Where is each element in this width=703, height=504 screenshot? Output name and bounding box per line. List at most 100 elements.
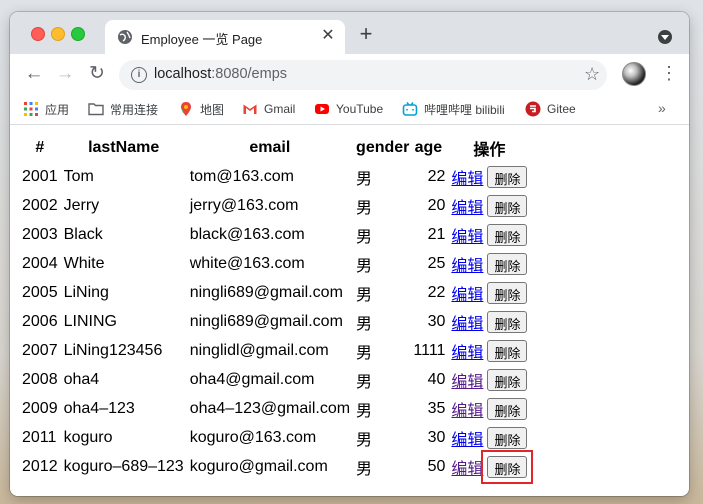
edit-link[interactable]: 编辑 (451, 345, 483, 362)
bookmark-gmail[interactable]: Gmail (242, 100, 295, 118)
header-lastname: lastName (88, 139, 160, 156)
edit-link[interactable]: 编辑 (451, 432, 483, 449)
active-tab[interactable]: Employee 一览 Page ✕ (105, 20, 345, 54)
apps-grid-icon (23, 101, 39, 117)
url-text[interactable]: localhost:8080/emps (154, 66, 287, 82)
info-icon[interactable]: i (131, 67, 147, 83)
edit-link[interactable]: 编辑 (451, 461, 483, 478)
close-tab-icon[interactable]: ✕ (319, 27, 337, 45)
cell-actions: 编辑 删除 (449, 395, 529, 422)
bookmark-youtube[interactable]: YouTube (314, 100, 383, 118)
table-row: 2001 Tom tom@163.com 男 22 编辑 删除 (20, 163, 529, 190)
globe-icon (118, 30, 132, 44)
cell-email: white@163.com (189, 254, 305, 272)
tab-search-icon[interactable] (658, 30, 672, 44)
bookmarks-bar: 应用 常用连接 地图 Gmail YouTube 哔哩哔哩 bilibili G… (10, 94, 689, 125)
delete-button[interactable]: 删除 (487, 252, 528, 275)
delete-button[interactable]: 删除 (487, 368, 528, 391)
gmail-icon (242, 101, 258, 117)
menu-kebab-icon[interactable]: ⋮ (660, 62, 678, 86)
bookmark-maps[interactable]: 地图 (178, 100, 224, 118)
edit-link[interactable]: 编辑 (451, 287, 483, 304)
more-bookmarks-icon[interactable]: » (658, 100, 666, 116)
bookmark-star-icon[interactable]: ☆ (584, 64, 600, 85)
cell-age: 50 (427, 457, 446, 475)
reload-button[interactable]: ↻ (85, 62, 109, 86)
cell-email: koguro@gmail.com (189, 457, 328, 475)
table-header-row: # lastName email gender age 操作 (20, 135, 529, 161)
edit-link[interactable]: 编辑 (451, 258, 483, 275)
delete-button[interactable]: 删除 (487, 281, 528, 304)
cell-actions: 编辑 删除 (449, 279, 529, 306)
header-id: # (35, 139, 45, 156)
minimize-window-button[interactable] (51, 27, 65, 41)
cell-lastname: oha4 (63, 370, 100, 388)
delete-button[interactable]: 删除 (487, 194, 528, 217)
delete-button[interactable]: 删除 (487, 426, 528, 449)
bilibili-icon (402, 101, 418, 117)
cell-id: 2002 (22, 196, 58, 214)
cell-gender: 男 (356, 460, 373, 478)
cell-gender: 男 (356, 315, 373, 333)
cell-gender: 男 (356, 431, 373, 449)
cell-id: 2011 (22, 428, 57, 446)
youtube-icon (314, 101, 330, 117)
bookmark-folder-common[interactable]: 常用连接 (88, 100, 158, 118)
edit-link[interactable]: 编辑 (451, 229, 483, 246)
cell-id: 2012 (22, 457, 58, 475)
edit-link[interactable]: 编辑 (451, 316, 483, 333)
delete-button[interactable]: 删除 (487, 339, 528, 362)
cell-age: 35 (427, 399, 446, 417)
cell-id: 2005 (22, 283, 58, 301)
delete-button[interactable]: 删除 (487, 223, 528, 246)
address-bar[interactable]: i localhost:8080/emps ☆ (119, 60, 607, 90)
edit-link[interactable]: 编辑 (451, 403, 483, 420)
cell-gender: 男 (356, 257, 373, 275)
table-row: 2005 LiNing ningli689@gmail.com 男 22 编辑 删除 (20, 279, 529, 306)
cell-age: 25 (427, 254, 446, 272)
cell-id: 2009 (22, 399, 58, 417)
map-pin-icon (178, 101, 194, 117)
edit-link[interactable]: 编辑 (451, 171, 483, 188)
cell-gender: 男 (356, 170, 373, 188)
tab-title: Employee 一览 Page (141, 32, 263, 47)
edit-link[interactable]: 编辑 (451, 374, 483, 391)
table-row: 2007 LiNing123456 ninglidl@gmail.com 男 1111 编… (20, 337, 529, 364)
cell-email: tom@163.com (189, 167, 294, 185)
edit-link[interactable]: 编辑 (451, 200, 483, 217)
cell-id: 2004 (22, 254, 58, 272)
cell-actions: 编辑 删除 (449, 366, 529, 393)
close-window-button[interactable] (31, 27, 45, 41)
new-tab-button[interactable]: + (355, 23, 377, 45)
cell-age: 1111 (413, 341, 446, 359)
cell-actions: 编辑 删除 (449, 424, 529, 451)
cell-gender: 男 (356, 228, 373, 246)
delete-button-highlight (481, 449, 534, 484)
cell-lastname: oha4–123 (63, 399, 135, 417)
cell-email: oha4@gmail.com (189, 370, 315, 388)
cell-email: jerry@163.com (189, 196, 299, 214)
bookmark-bilibili[interactable]: 哔哩哔哩 bilibili (402, 100, 505, 118)
tab-strip: Employee 一览 Page ✕ + (10, 12, 689, 54)
cell-lastname: White (63, 254, 105, 272)
employee-table: # lastName email gender age 操作 2001 Tom to… (18, 133, 531, 482)
cell-actions: 编辑 删除 (449, 250, 529, 277)
cell-age: 22 (427, 167, 446, 185)
delete-button[interactable]: 删除 (487, 397, 528, 420)
folder-icon (88, 101, 104, 117)
cell-age: 22 (427, 283, 446, 301)
table-row: 2006 LINING ningli689@gmail.com 男 30 编辑 删除 (20, 308, 529, 335)
delete-button[interactable]: 删除 (487, 165, 528, 188)
cell-actions: 编辑 删除 (449, 163, 529, 190)
page-content: # lastName email gender age 操作 2001 Tom to… (10, 125, 689, 496)
maximize-window-button[interactable] (71, 27, 85, 41)
forward-button[interactable]: → (53, 62, 77, 86)
table-row: 2003 Black black@163.com 男 21 编辑 删除 (20, 221, 529, 248)
cell-id: 2007 (22, 341, 58, 359)
profile-avatar[interactable] (622, 62, 646, 86)
bookmark-apps[interactable]: 应用 (23, 100, 69, 118)
delete-button[interactable]: 删除 (487, 310, 528, 333)
cell-lastname: Tom (63, 167, 94, 185)
bookmark-gitee[interactable]: Gitee (525, 100, 576, 118)
back-button[interactable]: ← (22, 62, 46, 86)
